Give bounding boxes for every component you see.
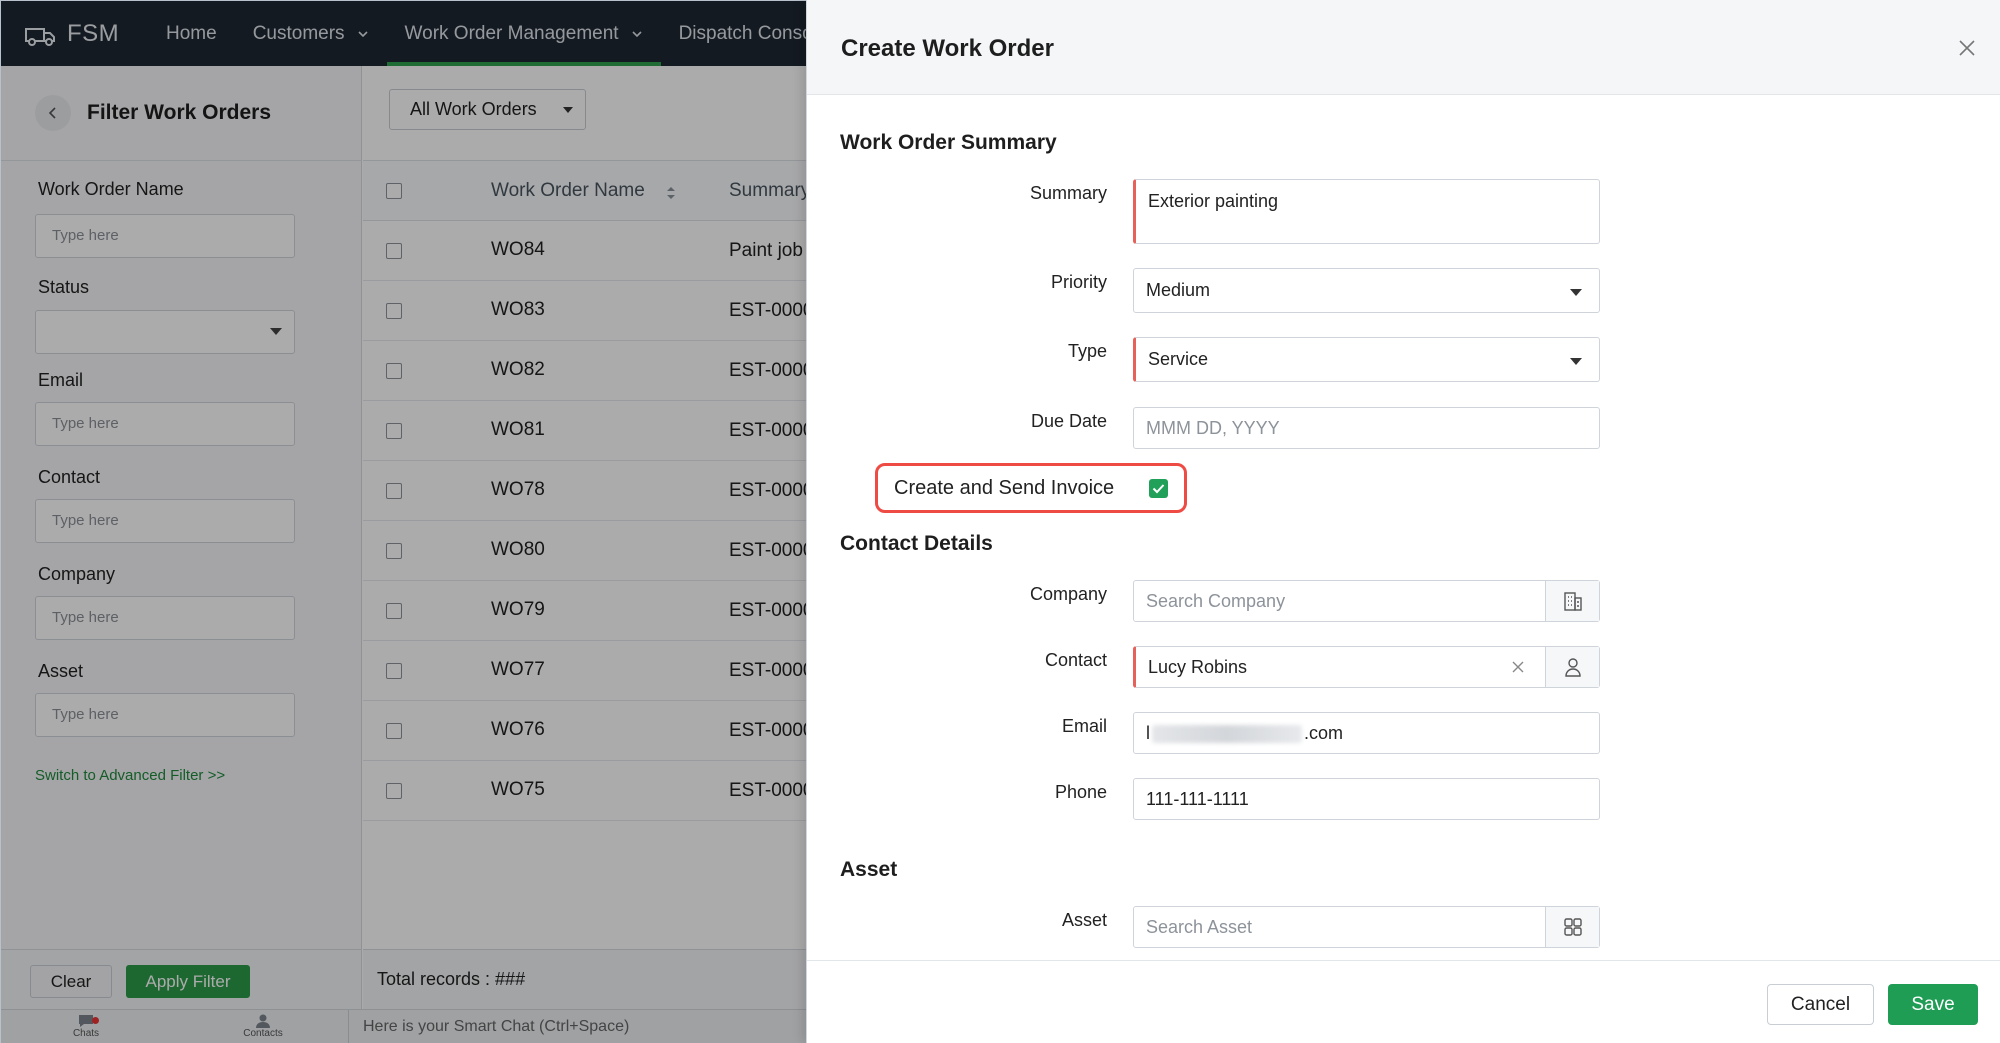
email-prefix: l [1146,723,1150,743]
due-date-input[interactable]: MMM DD, YYYY [1133,407,1600,449]
create-send-invoice-label: Create and Send Invoice [894,477,1115,499]
summary-value: Exterior painting [1148,191,1279,211]
contact-input[interactable]: Lucy Robins [1133,646,1600,688]
summary-textarea[interactable]: Exterior painting [1133,179,1600,244]
section-title-summary: Work Order Summary [840,131,1057,154]
modal-backdrop[interactable] [1,1,813,1043]
asset-lookup-button[interactable] [1545,907,1599,947]
email-input[interactable]: l .com [1133,712,1600,754]
create-work-order-panel: Create Work Order Work Order Summary Sum… [806,0,2000,1043]
priority-select[interactable]: Medium [1133,268,1600,313]
email-label: Email [1061,716,1107,736]
close-icon[interactable] [1957,38,1977,58]
panel-footer: Cancel Save [807,960,2000,1043]
email-suffix: .com [1304,723,1344,743]
contact-value: Lucy Robins [1148,657,1248,677]
phone-label: Phone [1054,782,1107,802]
section-title-asset: Asset [840,858,898,881]
summary-label: Summary [1029,183,1107,203]
priority-value: Medium [1146,280,1211,300]
redacted-email [1152,725,1302,744]
due-date-placeholder: MMM DD, YYYY [1146,418,1280,438]
company-placeholder: Search Company [1146,591,1286,611]
company-lookup-button[interactable] [1545,581,1599,621]
priority-label: Priority [1050,272,1107,292]
type-value: Service [1148,349,1209,369]
phone-input[interactable]: 111-111-1111 [1133,778,1600,820]
contact-label: Contact [1044,650,1107,670]
cancel-button[interactable]: Cancel [1767,984,1874,1025]
clear-icon[interactable] [1511,660,1525,674]
contact-lookup-button[interactable] [1545,647,1599,687]
grid-icon [1563,918,1582,936]
caret-down-icon [1570,289,1582,296]
section-title-contact: Contact Details [840,532,993,555]
panel-title: Create Work Order [841,35,1054,62]
person-icon [1564,658,1581,677]
company-label: Company [1029,584,1107,604]
asset-search-input[interactable]: Search Asset [1133,906,1600,948]
type-select[interactable]: Service [1133,337,1600,382]
create-send-invoice-highlight: Create and Send Invoice [875,463,1187,513]
save-button[interactable]: Save [1888,984,1978,1025]
asset-label: Asset [1061,910,1107,930]
panel-header: Create Work Order [807,0,2000,95]
asset-placeholder: Search Asset [1146,917,1253,937]
due-date-label: Due Date [1030,411,1107,431]
create-send-invoice-checkbox[interactable] [1149,479,1168,498]
phone-value: 111-111-1111 [1146,789,1249,809]
building-icon [1563,592,1582,611]
company-search-input[interactable]: Search Company [1133,580,1600,622]
checkmark-icon [1152,484,1165,494]
caret-down-icon [1570,358,1582,365]
type-label: Type [1067,341,1107,361]
